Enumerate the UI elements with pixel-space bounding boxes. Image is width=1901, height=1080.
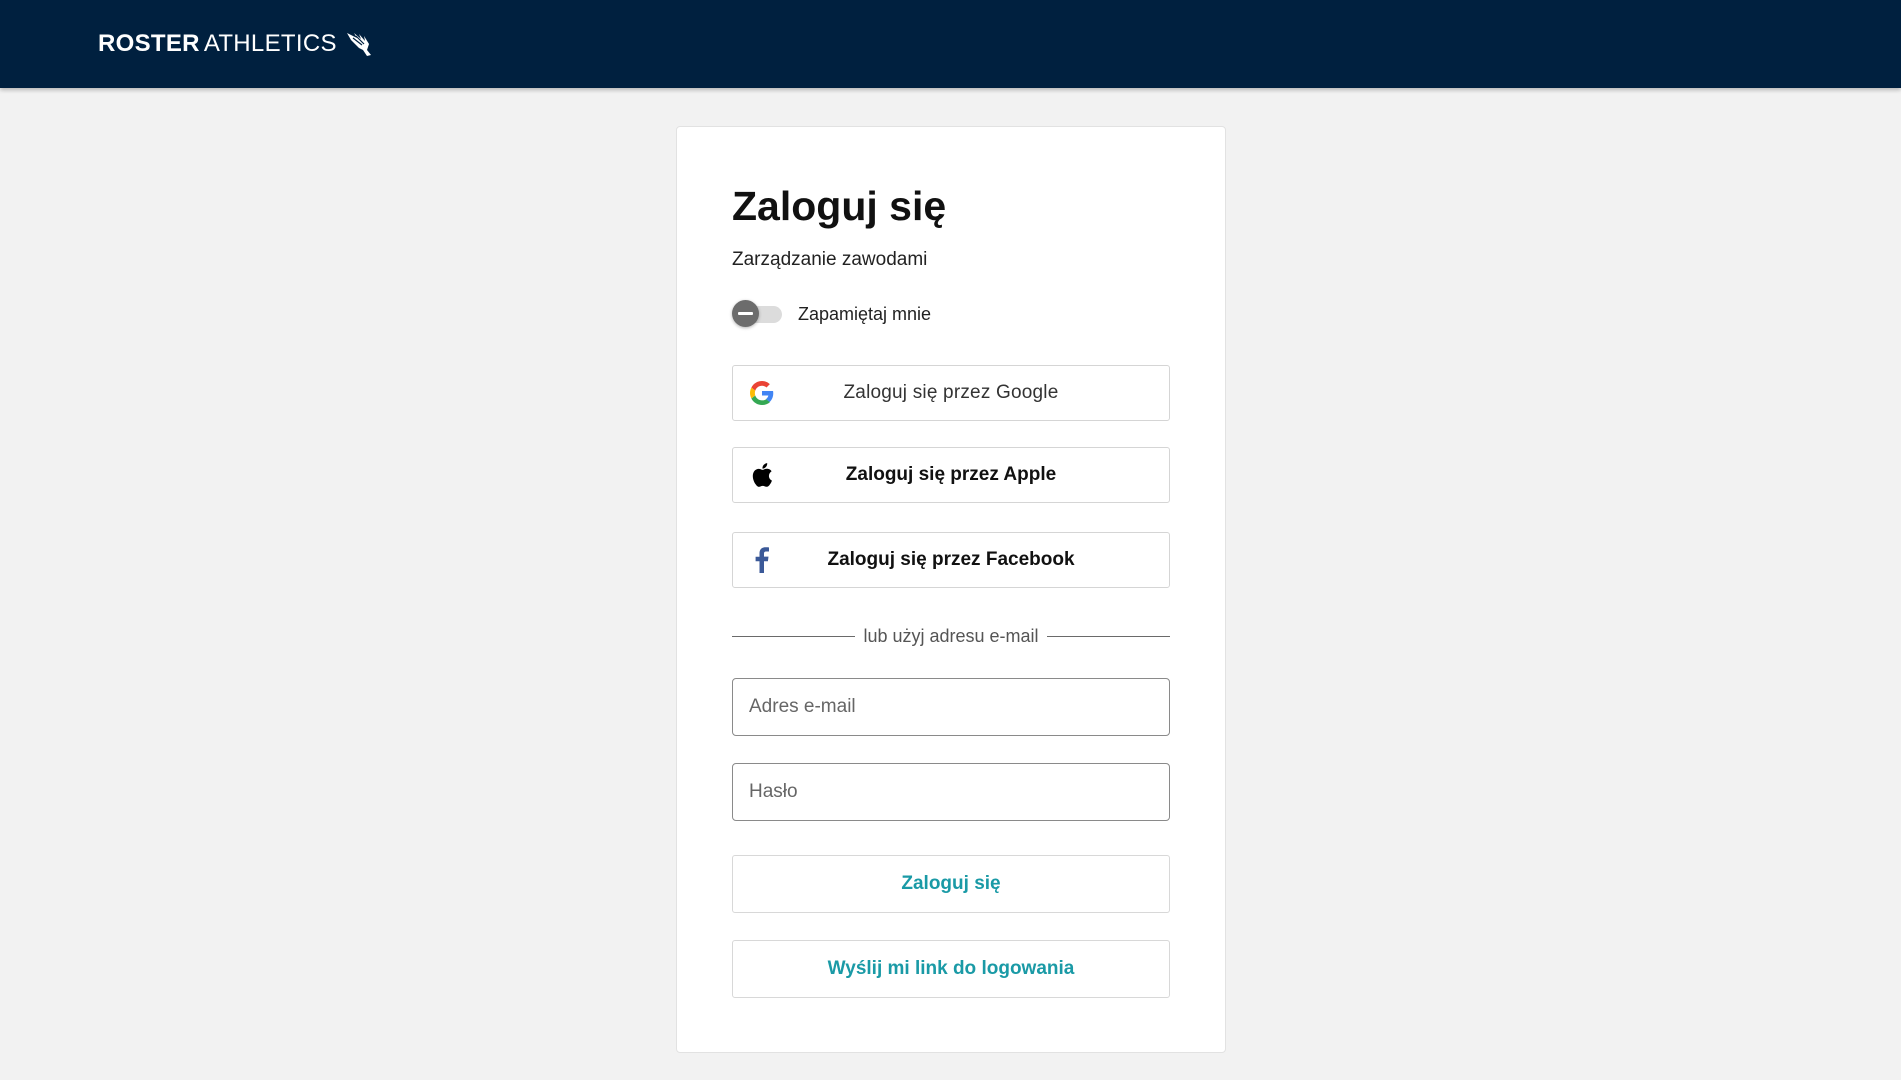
brand-logo[interactable]: ROSTER ATHLETICS [98, 30, 373, 58]
top-navbar: ROSTER ATHLETICS [0, 0, 1901, 88]
remember-me-toggle[interactable] [732, 299, 782, 329]
login-submit-label: Zaloguj się [901, 873, 1001, 894]
or-divider: lub użyj adresu e-mail [732, 623, 1171, 649]
remember-me-row: Zapamiętaj mnie [732, 299, 1170, 329]
facebook-icon [749, 547, 775, 573]
brand-name-bold: ROSTER [98, 30, 200, 57]
password-field-wrapper [732, 763, 1170, 821]
divider-line-left [732, 635, 856, 637]
divider-text: lub użyj adresu e-mail [863, 625, 1039, 646]
page-subtitle: Zarządzanie zawodami [732, 249, 928, 270]
apple-login-button[interactable]: Zaloguj się przez Apple [732, 447, 1170, 503]
remember-me-label[interactable]: Zapamiętaj mnie [798, 304, 931, 325]
google-login-button[interactable]: Zaloguj się przez Google [732, 365, 1170, 421]
toggle-knob [732, 300, 759, 327]
facebook-login-button[interactable]: Zaloguj się przez Facebook [732, 532, 1170, 588]
password-field[interactable] [733, 764, 1169, 820]
email-field[interactable] [733, 679, 1169, 735]
google-icon [749, 380, 775, 406]
login-card: Zaloguj się Zarządzanie zawodami Zapamię… [676, 126, 1226, 1053]
page-title: Zaloguj się [732, 183, 947, 229]
winged-foot-icon [346, 33, 371, 56]
email-field-wrapper [732, 678, 1170, 736]
apple-icon [749, 462, 775, 488]
google-login-label: Zaloguj się przez Google [843, 382, 1059, 403]
magic-link-button[interactable]: Wyślij mi link do logowania [732, 940, 1170, 998]
facebook-login-label: Zaloguj się przez Facebook [827, 549, 1075, 570]
magic-link-label: Wyślij mi link do logowania [827, 958, 1075, 979]
divider-line-right [1046, 635, 1171, 637]
apple-login-label: Zaloguj się przez Apple [845, 464, 1057, 485]
brand-name-light: ATHLETICS [203, 30, 337, 57]
login-submit-button[interactable]: Zaloguj się [732, 855, 1170, 913]
